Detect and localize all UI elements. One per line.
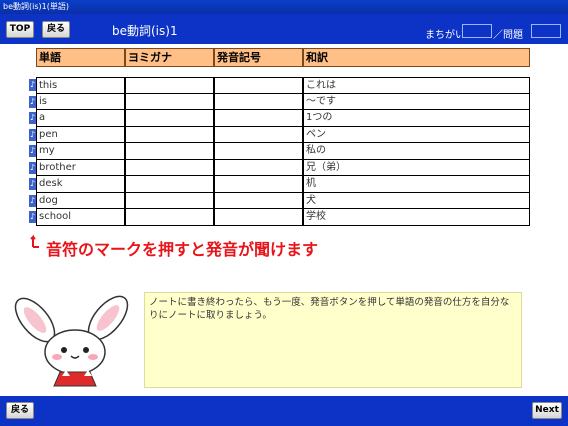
music-note-icon[interactable]: ♪ <box>29 79 36 91</box>
vocab-table: ♪ this これは ♪ is 〜です ♪ a 1つの ♪ pen ペン ♪ my 私の ♪ brother 兄（… <box>29 77 530 226</box>
cell-phonetic <box>214 192 303 209</box>
music-note-icon[interactable]: ♪ <box>29 211 36 223</box>
table-row: ♪ dog 犬 <box>29 192 530 209</box>
music-note-icon[interactable]: ♪ <box>29 128 36 141</box>
back-button-bottom[interactable]: 戻る <box>6 402 34 419</box>
cell-word: brother <box>36 159 125 176</box>
table-row: ♪ pen ペン <box>29 126 530 143</box>
cell-meaning: 1つの <box>303 110 530 127</box>
cell-phonetic <box>214 77 303 94</box>
header-meaning: 和訳 <box>303 48 530 67</box>
cell-phonetic <box>214 126 303 143</box>
cell-reading <box>125 93 214 110</box>
header-word: 単語 <box>36 48 125 67</box>
table-row: ♪ desk 机 <box>29 176 530 193</box>
cell-word: is <box>36 93 125 110</box>
table-row: ♪ brother 兄（弟） <box>29 159 530 176</box>
cell-word: desk <box>36 176 125 193</box>
table-row: ♪ a 1つの <box>29 110 530 127</box>
cell-reading <box>125 192 214 209</box>
window-title: be動詞(is)1(単語) <box>0 0 568 14</box>
music-note-icon[interactable]: ♪ <box>29 112 36 124</box>
table-row: ♪ school 学校 <box>29 209 530 226</box>
cell-word: this <box>36 77 125 94</box>
header-phonetic: 発音記号 <box>214 48 303 67</box>
header-reading: ヨミガナ <box>125 48 214 67</box>
table-header: 単語 ヨミガナ 発音記号 和訳 <box>36 48 530 67</box>
cell-reading <box>125 209 214 226</box>
bottom-toolbar <box>0 396 568 426</box>
cell-meaning: 私の <box>303 143 530 160</box>
cell-phonetic <box>214 110 303 127</box>
table-row: ♪ is 〜です <box>29 93 530 110</box>
cell-reading <box>125 126 214 143</box>
cell-meaning: 机 <box>303 176 530 193</box>
cell-phonetic <box>214 176 303 193</box>
pronunciation-hint: 音符のマークを押すと発音が聞けます <box>46 240 319 259</box>
table-row: ♪ this これは <box>29 77 530 94</box>
music-note-icon[interactable]: ♪ <box>29 161 36 174</box>
cell-meaning: 学校 <box>303 209 530 226</box>
instruction-note: ノートに書き終わったら、もう一度、発音ボタンを押して単語の発音の仕方を自分なりに… <box>144 292 522 388</box>
lesson-title: be動詞(is)1 <box>112 24 178 38</box>
cell-phonetic <box>214 143 303 160</box>
questions-label: ／問題 <box>493 30 523 41</box>
cell-reading <box>125 110 214 127</box>
music-note-icon[interactable]: ♪ <box>29 178 36 190</box>
cell-meaning: 兄（弟） <box>303 159 530 176</box>
cell-reading <box>125 176 214 193</box>
rabbit-mascot <box>14 295 129 387</box>
cell-meaning: ペン <box>303 126 530 143</box>
top-button[interactable]: TOP <box>6 21 34 38</box>
mistakes-count-box <box>462 24 492 38</box>
cell-reading <box>125 159 214 176</box>
cell-meaning: これは <box>303 77 530 94</box>
questions-count-box <box>531 24 561 38</box>
table-row: ♪ my 私の <box>29 143 530 160</box>
up-arrow-icon <box>30 234 39 248</box>
mistakes-label: まちがい <box>425 30 465 41</box>
cell-phonetic <box>214 93 303 110</box>
cell-word: school <box>36 209 125 226</box>
cell-reading <box>125 77 214 94</box>
cell-phonetic <box>214 209 303 226</box>
next-button[interactable]: Next <box>532 402 562 419</box>
cell-word: my <box>36 143 125 160</box>
cell-word: a <box>36 110 125 127</box>
cell-word: pen <box>36 126 125 143</box>
cell-word: dog <box>36 192 125 209</box>
music-note-icon[interactable]: ♪ <box>29 145 36 157</box>
music-note-icon[interactable]: ♪ <box>29 95 36 108</box>
cell-reading <box>125 143 214 160</box>
music-note-icon[interactable]: ♪ <box>29 194 36 207</box>
cell-meaning: 〜です <box>303 93 530 110</box>
cell-phonetic <box>214 159 303 176</box>
back-button-top[interactable]: 戻る <box>42 21 70 38</box>
cell-meaning: 犬 <box>303 192 530 209</box>
